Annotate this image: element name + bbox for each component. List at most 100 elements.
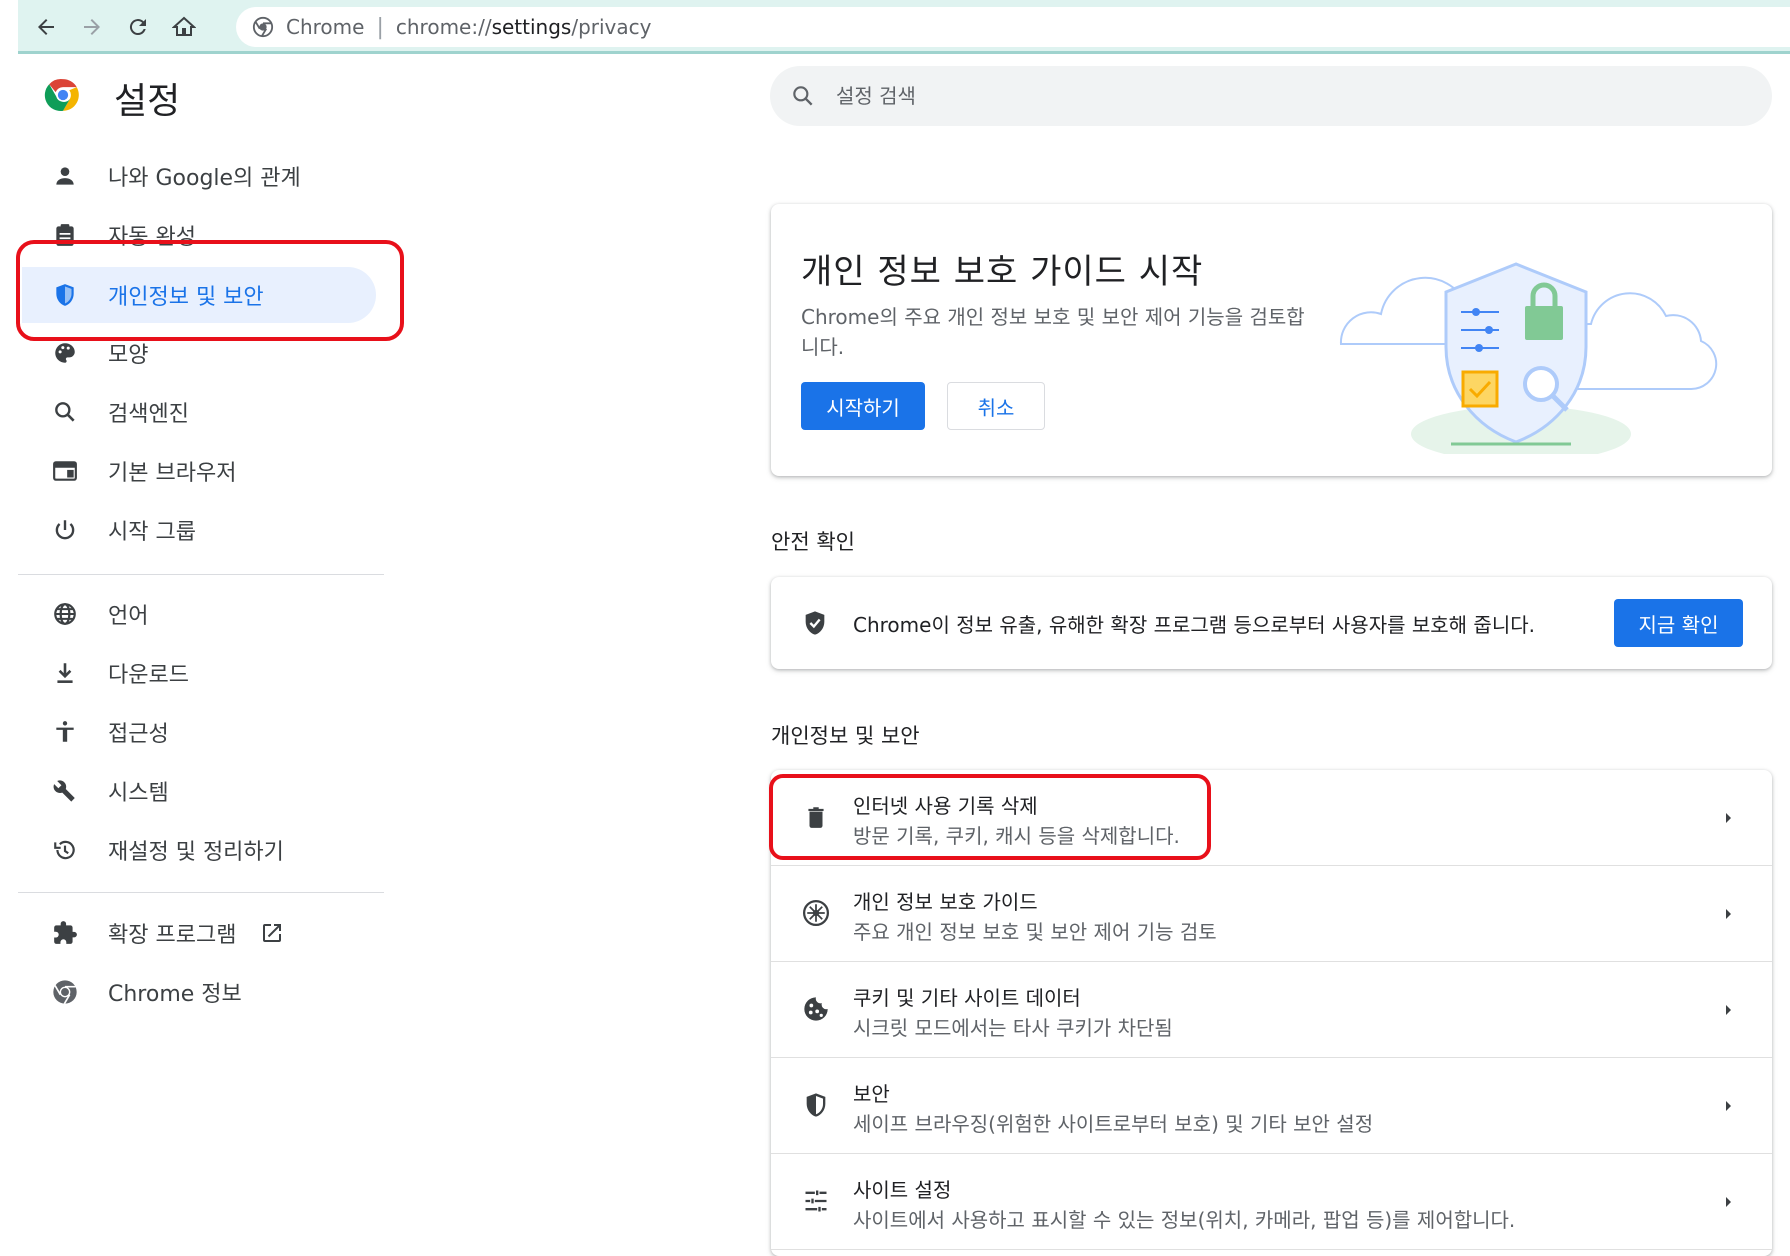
sidebar-item-label: 나와 Google의 관계 [108,166,301,191]
chevron-right-icon [1726,1197,1731,1207]
url-separator: | [376,14,384,40]
row-title: 사이트 설정 [853,1178,952,1202]
privacy-section-heading: 개인정보 및 보안 [771,724,920,748]
palette-icon [50,338,80,368]
sidebar-item-about[interactable]: Chrome 정보 [22,964,376,1020]
row-title: 인터넷 사용 기록 삭제 [853,794,1038,818]
home-button[interactable] [166,9,202,45]
chrome-logo-icon [44,79,79,112]
row-title: 쿠키 및 기타 사이트 데이터 [853,986,1081,1010]
row-subtitle: 방문 기록, 쿠키, 캐시 등을 삭제합니다. [853,824,1180,848]
search-icon [50,397,80,427]
power-icon [50,515,80,545]
chrome-icon [50,977,80,1007]
sidebar-item-label: 시작 그룹 [108,520,196,545]
forward-button[interactable] [74,9,110,45]
sidebar-item-label: 확장 프로그램 [108,923,237,948]
search-icon [793,86,813,106]
sidebar-item-system[interactable]: 시스템 [22,763,376,819]
sidebar-item-privacy[interactable]: 개인정보 및 보안 [22,267,376,323]
chevron-right-icon [1726,1005,1731,1015]
sidebar-item-reset[interactable]: 재설정 및 정리하기 [22,822,376,878]
row-title: 보안 [853,1082,890,1106]
sidebar-item-label: 개인정보 및 보안 [108,285,264,310]
row-subtitle: 주요 개인 정보 보호 및 보안 제어 기능 검토 [853,920,1217,944]
site-label: Chrome [286,15,365,39]
sidebar-item-label: 언어 [108,604,149,629]
row-title: 개인 정보 보호 가이드 [853,890,1038,914]
sidebar-item-label: 다운로드 [108,663,189,688]
chevron-right-icon [1726,909,1731,919]
privacy-guide-card: 개인 정보 보호 가이드 시작 Chrome의 주요 개인 정보 보호 및 보안… [771,204,1772,476]
site-settings-row[interactable]: 사이트 설정 사이트에서 사용하고 표시할 수 있는 정보(위치, 카메라, 팝… [771,1154,1772,1249]
back-arrow-icon [38,19,54,35]
sidebar-item-languages[interactable]: 언어 [22,586,376,642]
sidebar-item-label: 재설정 및 정리하기 [108,840,284,865]
chevron-right-icon [1726,813,1731,823]
sidebar-item-label: Chrome 정보 [108,982,242,1007]
sidebar-item-downloads[interactable]: 다운로드 [22,645,376,701]
safety-check-card: Chrome이 정보 유출, 유해한 확장 프로그램 등으로부터 사용자를 보호… [771,577,1772,669]
reload-icon [129,19,146,36]
settings-search[interactable] [770,66,1772,126]
cancel-guide-button[interactable]: 취소 [947,382,1045,430]
url-text: chrome://settings/privacy [395,15,652,39]
sidebar-item-label: 검색엔진 [108,402,189,427]
chevron-right-icon [1726,1101,1731,1111]
clear-browsing-data-row[interactable]: 인터넷 사용 기록 삭제 방문 기록, 쿠키, 캐시 등을 삭제합니다. [771,770,1772,865]
back-button[interactable] [28,9,64,45]
history-icon [50,835,80,865]
sidebar-divider [18,574,384,575]
sidebar-item-label: 시스템 [108,781,169,806]
sidebar-item-accessibility[interactable]: 접근성 [22,704,376,760]
guide-title: 개인 정보 보호 가이드 시작 [801,252,1204,292]
sidebar-item-label: 자동 완성 [108,225,196,250]
person-icon [50,161,80,191]
sidebar-item-on-startup[interactable]: 시작 그룹 [22,502,376,558]
privacy-guide-illustration [1339,262,1718,454]
settings-search-input[interactable] [836,84,1736,108]
sidebar-item-appearance[interactable]: 모양 [22,325,376,381]
accessibility-icon [50,717,80,747]
reload-button[interactable] [120,9,156,45]
privacy-guide-row[interactable]: 개인 정보 보호 가이드 주요 개인 정보 보호 및 보안 제어 기능 검토 [771,866,1772,961]
cookies-row[interactable]: 쿠키 및 기타 사이트 데이터 시크릿 모드에서는 타사 쿠키가 차단됨 [771,962,1772,1057]
chrome-site-icon [252,16,274,38]
sidebar-item-label: 기본 브라우저 [108,461,237,486]
compass-icon [799,896,833,930]
row-subtitle: 사이트에서 사용하고 표시할 수 있는 정보(위치, 카메라, 팝업 등)를 제… [853,1208,1516,1232]
forward-arrow-icon [84,19,100,35]
security-shield-icon [799,1088,833,1122]
sidebar-item-default-browser[interactable]: 기본 브라우저 [22,443,376,499]
row-divider [771,1249,1772,1250]
row-subtitle: 세이프 브라우징(위험한 사이트로부터 보호) 및 기타 보안 설정 [853,1112,1374,1136]
shield-icon [50,280,80,310]
download-icon [50,658,80,688]
trash-icon [799,800,833,834]
sidebar-divider [18,892,384,893]
browser-toolbar: Chrome | chrome://settings/privacy [18,0,1790,54]
check-now-button[interactable]: 지금 확인 [1614,599,1743,647]
wrench-icon [50,776,80,806]
sidebar-item-autofill[interactable]: 자동 완성 [22,207,376,263]
sidebar-item-extensions[interactable]: 확장 프로그램 [22,905,376,961]
globe-icon [50,599,80,629]
settings-title: 설정 [114,81,181,122]
safety-check-heading: 안전 확인 [771,530,855,554]
sidebar-item-google[interactable]: 나와 Google의 관계 [22,148,376,204]
safety-check-text: Chrome이 정보 유출, 유해한 확장 프로그램 등으로부터 사용자를 보호… [853,613,1535,637]
security-row[interactable]: 보안 세이프 브라우징(위험한 사이트로부터 보호) 및 기타 보안 설정 [771,1058,1772,1153]
clipboard-icon [50,220,80,250]
sidebar-item-search-engine[interactable]: 검색엔진 [22,384,376,440]
privacy-settings-card: 인터넷 사용 기록 삭제 방문 기록, 쿠키, 캐시 등을 삭제합니다. 개인 … [771,770,1772,1256]
cookie-icon [799,992,833,1026]
sidebar-item-label: 모양 [108,343,149,368]
external-link-icon [260,921,284,945]
address-bar[interactable]: Chrome | chrome://settings/privacy [236,7,1790,47]
row-subtitle: 시크릿 모드에서는 타사 쿠키가 차단됨 [853,1016,1173,1040]
tune-icon [799,1184,833,1218]
home-icon [172,16,196,36]
safety-shield-icon [805,611,825,635]
start-guide-button[interactable]: 시작하기 [801,382,925,430]
sidebar-item-label: 접근성 [108,722,169,747]
